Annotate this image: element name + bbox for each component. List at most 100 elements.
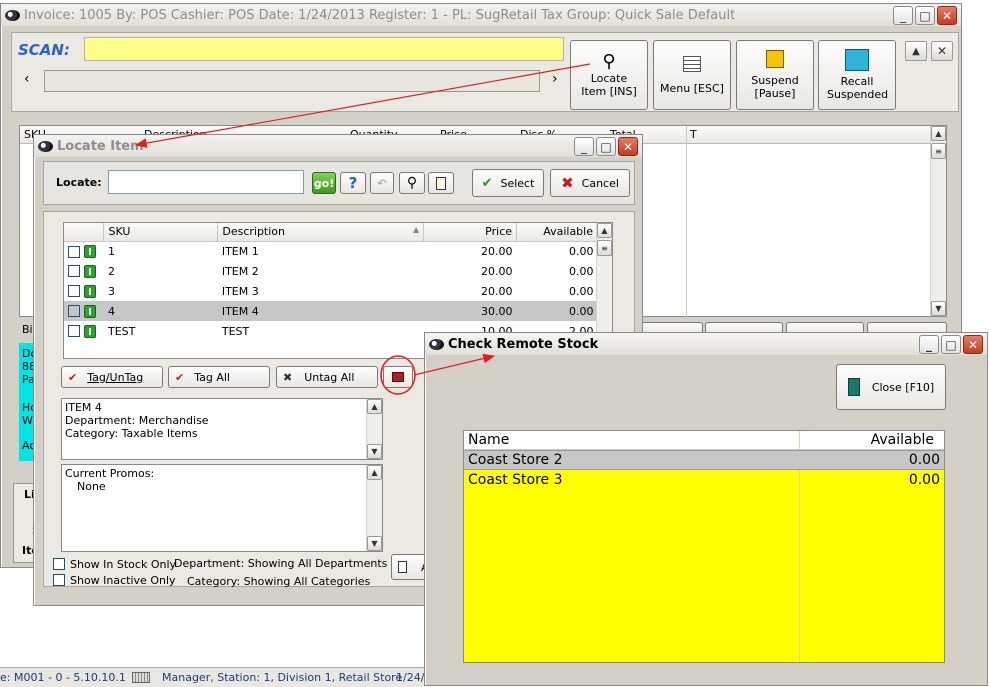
detail-scrollbar[interactable]: ▲ ▼	[366, 399, 382, 459]
tag-untag-button[interactable]: ✔ Tag/UnTag	[61, 366, 163, 388]
category-filter-text[interactable]: Category: Showing All Categories	[187, 575, 370, 588]
item-row[interactable]: 3 ITEM 3 20.00 0.00	[64, 281, 598, 301]
remote-logo-icon	[429, 338, 444, 350]
main-window-controls: _ □ ✕	[893, 6, 957, 25]
check-remote-stock-window: Check Remote Stock _ □ ✕ Close [F10] Nam…	[424, 332, 988, 686]
row-description: ITEM 2	[221, 264, 259, 278]
locate-item-button[interactable]: ⚲ Locate Item [INS]	[570, 40, 648, 110]
row-checkbox[interactable]	[68, 325, 80, 338]
row-sku: 3	[107, 284, 115, 298]
suspend-button[interactable]: Suspend [Pause]	[736, 40, 814, 110]
row-checkbox[interactable]	[68, 245, 80, 258]
item-scroll-thumb[interactable]: ≡	[597, 240, 612, 256]
scroll-down-icon[interactable]: ▼	[931, 301, 946, 316]
row-checkbox[interactable]	[68, 305, 80, 318]
promos-scroll-down-icon[interactable]: ▼	[367, 536, 382, 551]
panel-close-icon[interactable]: ✕	[931, 41, 953, 61]
col-name[interactable]: Name	[468, 432, 509, 448]
locate-maximize-button[interactable]: □	[596, 137, 616, 156]
department-filter-text[interactable]: Department: Showing All Departments	[174, 557, 387, 570]
locate-minimize-button[interactable]: _	[574, 137, 594, 156]
row-checkbox[interactable]	[68, 285, 80, 298]
scroll-right-arrow-icon[interactable]: ›	[552, 71, 558, 87]
item-row-selected[interactable]: 4 ITEM 4 30.00 0.00	[64, 301, 598, 321]
menu-icon	[683, 55, 701, 72]
undo-button[interactable]: ↶	[370, 172, 394, 194]
scan-panel: SCAN: ‹ › ⚲ Locate Item [INS] Menu [ESC]…	[11, 32, 959, 112]
promos-box: Current Promos: None ▲ ▼	[61, 464, 383, 552]
row-checkbox[interactable]	[68, 265, 80, 278]
panel-up-arrow-icon[interactable]: ▲	[905, 41, 927, 61]
maximize-button[interactable]: □	[915, 6, 935, 25]
promos-value: None	[70, 480, 106, 493]
recall-suspended-button[interactable]: Recall Suspended	[818, 40, 896, 110]
item-row[interactable]: 1 ITEM 1 20.00 0.00	[64, 241, 598, 261]
row-available: 0.00	[569, 244, 594, 258]
item-detail-box: ITEM 4 Department: Merchandise Category:…	[61, 398, 383, 460]
col-description[interactable]: Description ▲	[217, 223, 425, 242]
select-button[interactable]: ✔ Select	[472, 169, 544, 197]
col-available[interactable]: Available	[871, 432, 934, 448]
detail-scroll-down-icon[interactable]: ▼	[367, 444, 382, 459]
recall-icon	[845, 49, 869, 71]
remote-maximize-button[interactable]: □	[941, 335, 961, 354]
menu-button[interactable]: Menu [ESC]	[653, 40, 731, 110]
minimize-button[interactable]: _	[893, 6, 913, 25]
invoice-grid-scrollbar[interactable]: ▲ ≡ ▼	[930, 126, 946, 316]
remote-stock-row-selected[interactable]: Coast Store 2 0.00	[464, 450, 944, 470]
select-check-icon: ✔	[481, 175, 493, 191]
detail-scroll-up-icon[interactable]: ▲	[367, 399, 382, 414]
invoice-title: Invoice: 1005 By: POS Cashier: POS Date:…	[24, 7, 736, 23]
scroll-thumb[interactable]: ≡	[931, 143, 946, 159]
row-description: TEST	[221, 324, 250, 338]
show-inactive-checkbox[interactable]	[53, 574, 65, 586]
help-icon: ?	[348, 173, 358, 192]
untag-all-button[interactable]: ✖ Untag All	[276, 366, 378, 388]
scan-label: SCAN:	[18, 41, 70, 59]
close-button[interactable]: ✕	[937, 6, 957, 25]
check-remote-stock-button[interactable]	[383, 366, 413, 388]
col-price[interactable]: Price	[423, 223, 518, 242]
promos-scroll-up-icon[interactable]: ▲	[367, 465, 382, 480]
find-button[interactable]: ⚲	[399, 172, 425, 194]
col-tax[interactable]: T	[690, 128, 697, 141]
untag-all-label: Untag All	[304, 370, 355, 384]
locate-window-controls: _ □ ✕	[574, 137, 638, 156]
col-sku[interactable]: SKU	[103, 223, 219, 242]
cancel-button[interactable]: ✖ Cancel	[550, 169, 630, 197]
item-scroll-track[interactable]	[44, 70, 540, 92]
show-in-stock-checkbox[interactable]	[53, 558, 65, 570]
remote-window-controls: _ □ ✕	[919, 335, 983, 354]
tag-all-button[interactable]: ✔ Tag All	[168, 366, 270, 388]
remote-minimize-button[interactable]: _	[919, 335, 939, 354]
go-button[interactable]: go!	[312, 172, 336, 194]
promos-scrollbar[interactable]: ▲ ▼	[366, 465, 382, 551]
help-button[interactable]: ?	[340, 172, 366, 194]
scroll-up-icon[interactable]: ▲	[931, 126, 946, 141]
col-available[interactable]: Available	[516, 223, 598, 242]
status-station: e: M001	[0, 671, 45, 684]
locate-input[interactable]	[108, 170, 304, 194]
row-sku: 2	[107, 264, 115, 278]
row-available: 0.00	[569, 284, 594, 298]
detail-line: Department: Merchandise	[65, 414, 209, 427]
scroll-left-arrow-icon[interactable]: ‹	[24, 71, 30, 87]
status-bar: e: M001 - 0 - 5.10.10.1 Manager, Station…	[0, 667, 424, 687]
item-scroll-up-icon[interactable]: ▲	[597, 223, 612, 238]
recall-label: Recall Suspended	[827, 75, 889, 101]
remote-stock-row[interactable]: Coast Store 3 0.00	[464, 471, 944, 491]
close-f10-button[interactable]: Close [F10]	[836, 364, 946, 410]
show-inactive-label: Show Inactive Only	[70, 574, 176, 587]
row-controls	[64, 241, 104, 261]
locate-close-button[interactable]: ✕	[618, 137, 638, 156]
remote-close-button[interactable]: ✕	[963, 335, 983, 354]
scan-input[interactable]	[84, 37, 564, 61]
untag-all-icon: ✖	[283, 370, 293, 384]
preview-button[interactable]	[428, 172, 454, 194]
item-active-icon	[83, 304, 96, 318]
item-row[interactable]: 2 ITEM 2 20.00 0.00	[64, 261, 598, 281]
row-price: 20.00	[481, 244, 513, 258]
exit-door-icon	[847, 378, 860, 396]
add-item-doc-icon	[398, 561, 407, 573]
row-description: ITEM 4	[221, 304, 259, 318]
